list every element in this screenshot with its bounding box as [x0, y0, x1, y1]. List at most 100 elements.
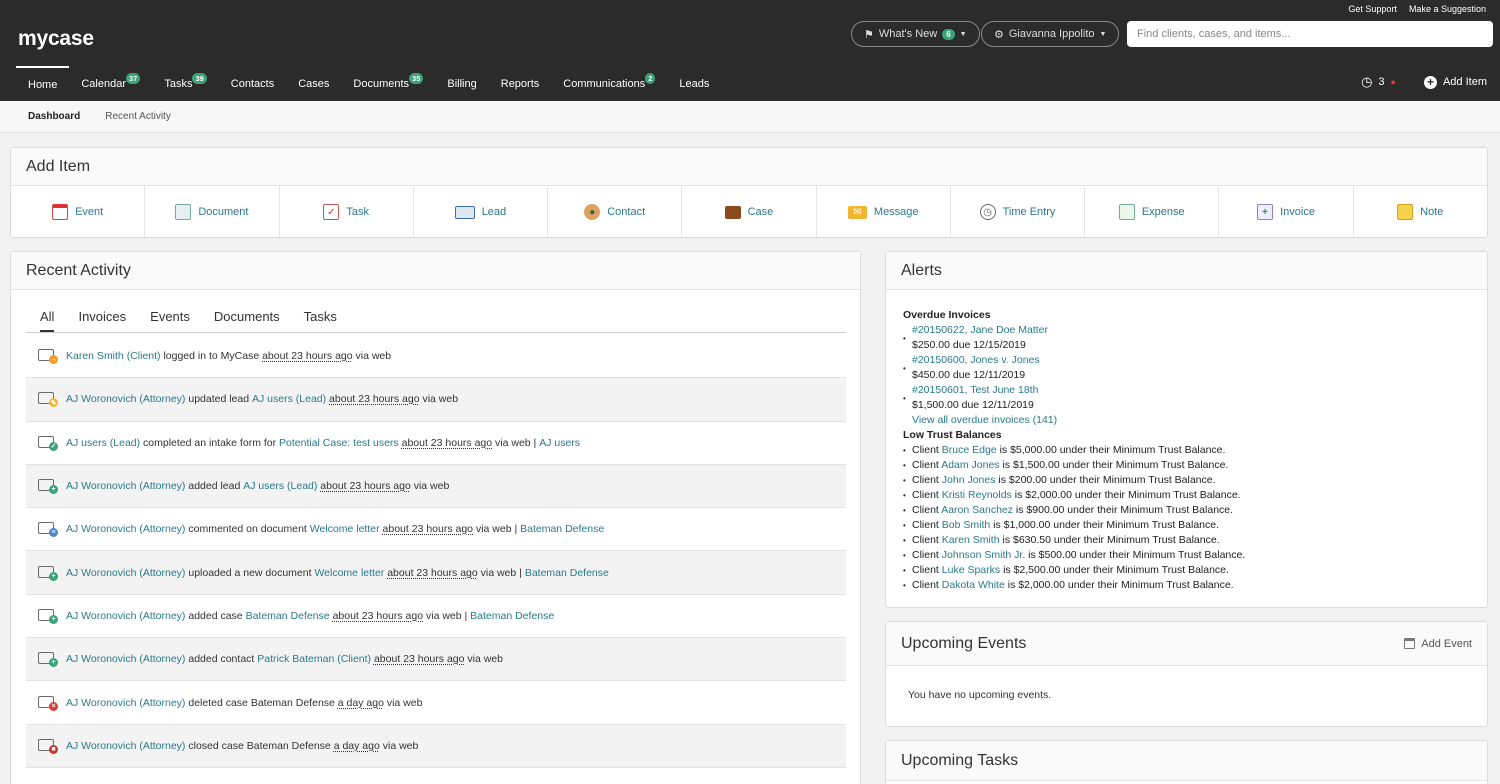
view-all-overdue-link[interactable]: View all overdue invoices (141)	[912, 414, 1057, 426]
search-input[interactable]	[1127, 21, 1493, 47]
activity-case-link[interactable]: Bateman Defense	[520, 523, 604, 535]
nav-label: Documents	[353, 77, 410, 90]
activity-case-link[interactable]: AJ users	[539, 437, 580, 449]
activity-case-link[interactable]: Bateman Defense	[525, 567, 609, 579]
tab-invoices[interactable]: Invoices	[78, 309, 126, 332]
activity-object-link[interactable]: Potential Case: test users	[279, 437, 399, 449]
add-document-button[interactable]: Document	[145, 186, 280, 238]
activity-object-link[interactable]: AJ users (Lead)	[243, 480, 317, 492]
nav-reports[interactable]: Reports	[489, 66, 552, 101]
add-message-button[interactable]: ✉ Message	[817, 186, 951, 238]
client-link[interactable]: Johnson Smith Jr.	[942, 549, 1025, 561]
activity-row: ■ AJ Woronovich (Attorney) closed case Ba…	[26, 724, 846, 768]
activity-object-link[interactable]: Welcome letter	[310, 523, 380, 535]
nav-contacts[interactable]: Contacts	[219, 66, 286, 101]
activity-actor-link[interactable]: AJ Woronovich (Attorney)	[66, 523, 185, 535]
trust-balance-item: Client Bruce Edge is $5,000.00 under the…	[903, 443, 1487, 458]
client-link[interactable]: Kristi Reynolds	[942, 489, 1012, 501]
client-link[interactable]: Luke Sparks	[942, 564, 1000, 576]
trust-balance-item: Client John Jones is $200.00 under their…	[903, 473, 1487, 488]
nav-home[interactable]: Home	[16, 66, 70, 101]
add-time-entry-button[interactable]: ◷ Time Entry	[951, 186, 1086, 238]
activity-row: → Karen Smith (Client) logged in to MyCas…	[26, 335, 846, 379]
add-event-link[interactable]: Add Event	[1404, 638, 1472, 650]
client-word: Client	[912, 444, 939, 456]
add-case-button[interactable]: Case	[682, 186, 817, 238]
activity-actor-link[interactable]: AJ Woronovich (Attorney)	[66, 567, 185, 579]
client-link[interactable]: Aaron Sanchez	[941, 504, 1013, 516]
nav-communications[interactable]: Communications 2	[551, 66, 667, 101]
upcoming-events-panel: Upcoming Events Add Event You have no up…	[885, 621, 1488, 727]
activity-object-link[interactable]: Bateman Defense	[246, 610, 330, 622]
activity-text: deleted case Bateman Defense	[185, 696, 338, 709]
nav-documents[interactable]: Documents 35	[341, 66, 435, 101]
activity-object-link[interactable]: Patrick Bateman (Client)	[257, 653, 371, 665]
activity-actor-link[interactable]: AJ Woronovich (Attorney)	[66, 480, 185, 492]
client-link[interactable]: Dakota White	[942, 579, 1005, 591]
gear-icon: ⚙	[994, 28, 1004, 41]
add-item-button[interactable]: Add Item	[1443, 76, 1487, 88]
add-contact-button[interactable]: ● Contact	[548, 186, 683, 238]
activity-actor-link[interactable]: AJ Woronovich (Attorney)	[66, 740, 185, 752]
activity-case-link[interactable]: Bateman Defense	[470, 610, 554, 622]
client-link[interactable]: Adam Jones	[941, 459, 999, 471]
activity-via: via web |	[473, 523, 521, 536]
user-menu-button[interactable]: ⚙ Giavanna Ippolito ▼	[981, 21, 1120, 47]
activity-actor-link[interactable]: AJ users (Lead)	[66, 437, 140, 449]
trust-balance-item: Client Dakota White is $2,000.00 under t…	[903, 578, 1487, 593]
add-item-label: Contact	[607, 206, 646, 218]
add-invoice-button[interactable]: + Invoice	[1219, 186, 1354, 238]
add-task-button[interactable]: ✓ Task	[280, 186, 414, 238]
activity-actor-link[interactable]: AJ Woronovich (Attorney)	[66, 393, 185, 405]
whats-new-button[interactable]: ⚑ What's New 6 ▼	[851, 21, 980, 47]
add-note-button[interactable]: Note	[1354, 186, 1487, 238]
activity-object-link[interactable]: AJ users (Lead)	[252, 393, 326, 405]
tab-dashboard[interactable]: Dashboard	[28, 111, 80, 122]
low-trust-list: Client Bruce Edge is $5,000.00 under the…	[903, 443, 1487, 593]
activity-actor-link[interactable]: Karen Smith (Client)	[66, 350, 161, 362]
nav-calendar[interactable]: Calendar 37	[69, 66, 152, 101]
activity-actor-link[interactable]: AJ Woronovich (Attorney)	[66, 653, 185, 665]
invoice-link[interactable]: #20150600, Jones v. Jones	[912, 353, 1487, 368]
add-expense-button[interactable]: Expense	[1085, 186, 1220, 238]
sub-nav: Dashboard Recent Activity	[0, 101, 1500, 133]
tab-recent-activity[interactable]: Recent Activity	[105, 111, 171, 122]
mycase-logo[interactable]: mycase	[18, 27, 94, 51]
activity-time: about 23 hours ago	[401, 436, 493, 449]
get-support-link[interactable]: Get Support	[1348, 4, 1397, 14]
whats-new-badge: 6	[942, 28, 955, 40]
tab-all[interactable]: All	[40, 309, 55, 332]
timer-count[interactable]: 3	[1378, 76, 1384, 88]
trust-balance-text: is $1,000.00 under their Minimum Trust B…	[990, 519, 1220, 531]
activity-actor-link[interactable]: AJ Woronovich (Attorney)	[66, 697, 185, 709]
add-event-button[interactable]: Event	[11, 186, 146, 238]
make-suggestion-link[interactable]: Make a Suggestion	[1409, 4, 1486, 14]
plus-circle-icon[interactable]: +	[1423, 75, 1437, 89]
client-link[interactable]: John Jones	[942, 474, 996, 486]
invoice-icon: +	[1257, 204, 1274, 220]
tab-tasks[interactable]: Tasks	[304, 309, 337, 332]
client-link[interactable]: Bob Smith	[942, 519, 990, 531]
activity-actor-link[interactable]: AJ Woronovich (Attorney)	[66, 610, 185, 622]
add-lead-button[interactable]: Lead	[414, 186, 549, 238]
clock-icon[interactable]: ◷	[1361, 74, 1372, 90]
tab-events[interactable]: Events	[150, 309, 190, 332]
nav-billing[interactable]: Billing	[435, 66, 488, 101]
nav-label: Billing	[447, 77, 477, 90]
nav-tasks[interactable]: Tasks 39	[152, 66, 218, 101]
client-word: Client	[912, 459, 939, 471]
nav-cases[interactable]: Cases	[286, 66, 341, 101]
add-item-panel: Add Item Event Document ✓ Task Lead ● Cont…	[10, 147, 1488, 238]
invoice-link[interactable]: #20150622, Jane Doe Matter	[912, 323, 1487, 338]
client-link[interactable]: Bruce Edge	[942, 444, 997, 456]
client-link[interactable]: Karen Smith	[942, 534, 1000, 546]
tab-documents[interactable]: Documents	[214, 309, 280, 332]
nav-leads[interactable]: Leads	[667, 66, 721, 101]
invoice-link[interactable]: #20150601, Test June 18th	[912, 383, 1487, 398]
trust-balance-text: is $500.00 under their Minimum Trust Bal…	[1025, 549, 1246, 561]
activity-object-link[interactable]: Welcome letter	[314, 567, 384, 579]
add-item-title: Add Item	[11, 148, 1487, 186]
add-case-icon: +	[38, 608, 58, 624]
top-bar: mycase Get Support Make a Suggestion ⚑ W…	[0, 0, 1500, 101]
add-item-label: Expense	[1141, 206, 1185, 218]
